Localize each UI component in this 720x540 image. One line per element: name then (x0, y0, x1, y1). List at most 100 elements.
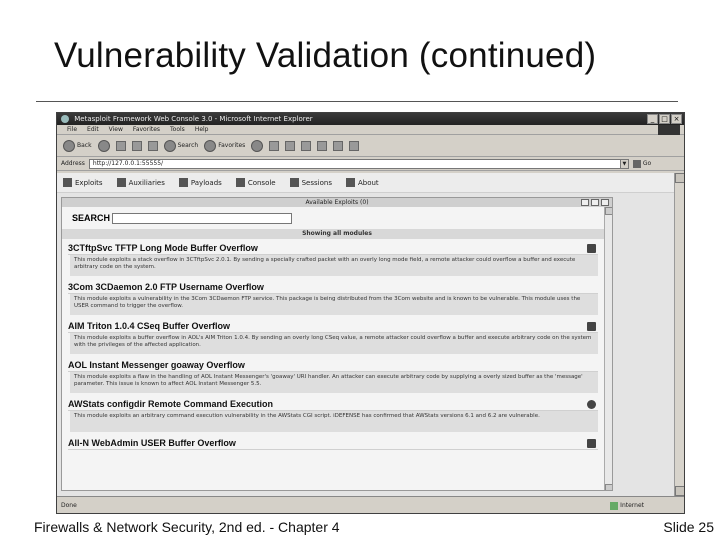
ie-logo-icon (61, 115, 69, 123)
page-content: Exploits Auxiliaries Payloads Console Se… (57, 173, 684, 496)
exploits-icon (63, 178, 72, 187)
star-icon (204, 139, 217, 152)
sessions-icon (289, 178, 299, 187)
module-description: This module exploits a flaw in the handl… (70, 372, 598, 393)
edit-button[interactable] (301, 140, 312, 151)
refresh-button[interactable] (131, 140, 142, 151)
back-label: Back (77, 142, 92, 149)
go-label: Go (642, 160, 652, 167)
menu-view[interactable]: View (109, 125, 123, 134)
nav-auxiliaries-label: Auxiliaries (128, 178, 165, 187)
security-zone: Internet (610, 497, 644, 513)
minimize-button[interactable]: _ (647, 114, 658, 124)
browser-titlebar: Metasploit Framework Web Console 3.0 - M… (57, 113, 684, 125)
module-name[interactable]: 3Com 3CDaemon 2.0 FTP Username Overflow (68, 281, 598, 294)
close-button[interactable]: × (671, 114, 682, 124)
scroll-down-arrow-icon[interactable] (605, 484, 612, 490)
exploits-window-maximize[interactable] (591, 199, 599, 206)
module-item[interactable]: AWStats configdir Remote Command Executi… (62, 395, 612, 434)
history-button[interactable] (251, 139, 264, 152)
module-name[interactable]: AWStats configdir Remote Command Executi… (68, 398, 598, 411)
menu-help[interactable]: Help (195, 125, 209, 134)
discuss-button[interactable] (317, 140, 328, 151)
slide-number: Slide 25 (663, 519, 714, 535)
page-scrollbar[interactable] (674, 173, 684, 496)
mail-button[interactable] (269, 140, 280, 151)
menu-bar: File Edit View Favorites Tools Help (57, 125, 684, 135)
nav-auxiliaries[interactable]: Auxiliaries (116, 178, 165, 187)
module-item[interactable]: All-N WebAdmin USER Buffer Overflow (62, 434, 612, 452)
nav-exploits-label: Exploits (75, 178, 103, 187)
menu-tools[interactable]: Tools (170, 125, 185, 134)
menu-file[interactable]: File (67, 125, 77, 134)
module-description: This module exploits a vulnerability in … (70, 294, 598, 315)
nav-about-label: About (357, 178, 379, 187)
module-item[interactable]: AIM Triton 1.0.4 CSeq Buffer Overflow Th… (62, 317, 612, 356)
search-field-label: SEARCH (72, 213, 111, 223)
exploits-window-minimize[interactable] (581, 199, 589, 206)
browser-window: Metasploit Framework Web Console 3.0 - M… (56, 112, 685, 514)
about-icon (345, 178, 355, 187)
scroll-up-arrow-icon[interactable] (605, 207, 612, 215)
nav-exploits[interactable]: Exploits (63, 178, 103, 187)
nav-console[interactable]: Console (235, 178, 276, 187)
favorites-button[interactable]: Favorites (204, 139, 246, 152)
showing-modules-banner: Showing all modules (62, 229, 612, 239)
nav-sessions-label: Sessions (301, 178, 332, 187)
module-description: This module exploits an arbitrary comman… (70, 411, 598, 432)
module-name[interactable]: 3CTftpSvc TFTP Long Mode Buffer Overflow (68, 242, 598, 255)
title-divider (36, 101, 678, 102)
module-search-input[interactable] (112, 212, 293, 224)
module-description: This module exploits a buffer overflow i… (70, 333, 598, 354)
menu-favorites[interactable]: Favorites (133, 125, 160, 134)
search-icon (163, 139, 176, 152)
exploits-window-scrollbar[interactable] (604, 207, 612, 490)
nav-sessions[interactable]: Sessions (289, 178, 332, 187)
windows-flag-icon (587, 322, 596, 331)
print-button[interactable] (285, 140, 296, 151)
nav-about[interactable]: About (345, 178, 379, 187)
module-name[interactable]: All-N WebAdmin USER Buffer Overflow (68, 437, 598, 450)
module-item[interactable]: 3CTftpSvc TFTP Long Mode Buffer Overflow… (62, 239, 612, 278)
module-item[interactable]: 3Com 3CDaemon 2.0 FTP Username Overflow … (62, 278, 612, 317)
home-button[interactable] (147, 140, 158, 151)
address-input[interactable]: http://127.0.0.1:55555/ ▼ (88, 158, 629, 169)
browser-toolbar: Back Search Favorites (57, 135, 684, 157)
exploits-window-controls (581, 199, 609, 206)
window-title: Metasploit Framework Web Console 3.0 - M… (74, 115, 313, 123)
research-button[interactable] (349, 140, 360, 151)
forward-button[interactable] (97, 139, 110, 152)
windows-flag-icon (587, 244, 596, 253)
back-button[interactable]: Back (63, 139, 92, 152)
window-controls: _ □ × (647, 114, 682, 124)
module-description: This module exploits a stack overflow in… (70, 255, 598, 276)
module-item[interactable]: AOL Instant Messenger goaway Overflow Th… (62, 356, 612, 395)
address-dropdown-icon[interactable]: ▼ (619, 159, 628, 168)
status-text: Done (61, 502, 77, 509)
exploits-window-title: Available Exploits (0) (62, 198, 612, 207)
address-bar: Address http://127.0.0.1:55555/ ▼ Go (57, 157, 684, 171)
messenger-button[interactable] (333, 140, 344, 151)
windows-logo-icon (658, 125, 680, 135)
nav-payloads[interactable]: Payloads (178, 178, 222, 187)
exploits-window-close[interactable] (601, 199, 609, 206)
search-row: SEARCH (62, 207, 612, 229)
exploits-window-title-text: Available Exploits (0) (305, 199, 369, 206)
stop-button[interactable] (115, 140, 126, 151)
status-bar: Done Internet (57, 496, 684, 513)
module-name[interactable]: AOL Instant Messenger goaway Overflow (68, 359, 598, 372)
nav-console-label: Console (247, 178, 276, 187)
page-scroll-down-icon[interactable] (675, 486, 684, 496)
search-button[interactable]: Search (163, 139, 198, 152)
page-scroll-up-icon[interactable] (675, 173, 684, 183)
exploits-window: Available Exploits (0) SEARCH Showing al… (61, 197, 613, 491)
menu-edit[interactable]: Edit (87, 125, 99, 134)
nav-payloads-label: Payloads (190, 178, 222, 187)
favorites-label: Favorites (218, 142, 246, 149)
address-label: Address (61, 160, 85, 167)
maximize-button[interactable]: □ (659, 114, 670, 124)
go-button[interactable]: Go (632, 159, 652, 168)
zone-label: Internet (620, 502, 644, 509)
module-name[interactable]: AIM Triton 1.0.4 CSeq Buffer Overflow (68, 320, 598, 333)
slide-footer: Firewalls & Network Security, 2nd ed. - … (34, 519, 340, 535)
